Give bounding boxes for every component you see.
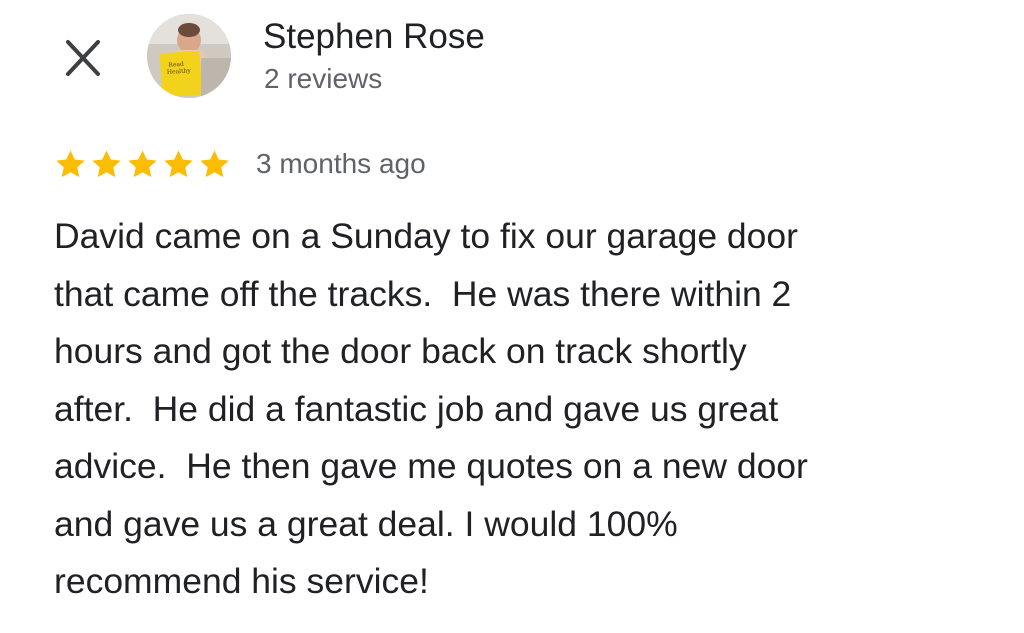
review-text-line: hours and got the door back on track sho… — [54, 331, 747, 371]
author-name[interactable]: Stephen Rose — [263, 16, 485, 58]
star-icon — [164, 149, 193, 177]
star-icon — [128, 149, 157, 177]
rating-row: 3 months ago — [54, 144, 426, 184]
close-button[interactable] — [58, 34, 106, 82]
review-text-line: after. He did a fantastic job and gave u… — [54, 388, 779, 429]
review-text: David came on a Sunday to fix our garage… — [54, 208, 994, 611]
close-icon — [66, 40, 100, 76]
star-icon — [56, 149, 85, 177]
review-text-line: that came off the tracks. He was there w… — [54, 273, 792, 314]
star-icon — [92, 149, 121, 177]
review-header: Read Healthy Stephen Rose 2 reviews — [0, 0, 1024, 120]
star-rating — [54, 148, 231, 181]
star-icon — [200, 149, 229, 177]
review-time: 3 months ago — [256, 148, 426, 179]
review-text-line: recommend his service! — [54, 561, 429, 601]
review-text-line: advice. He then gave me quotes on a new … — [54, 446, 808, 486]
review-text-line: and gave us a great deal. I would 100% — [54, 503, 678, 544]
avatar[interactable]: Read Healthy — [147, 14, 231, 98]
review-text-line: David came on a Sunday to fix our garage… — [54, 216, 798, 256]
avatar-photo: Read Healthy — [147, 14, 231, 98]
review-count[interactable]: 2 reviews — [264, 62, 382, 96]
